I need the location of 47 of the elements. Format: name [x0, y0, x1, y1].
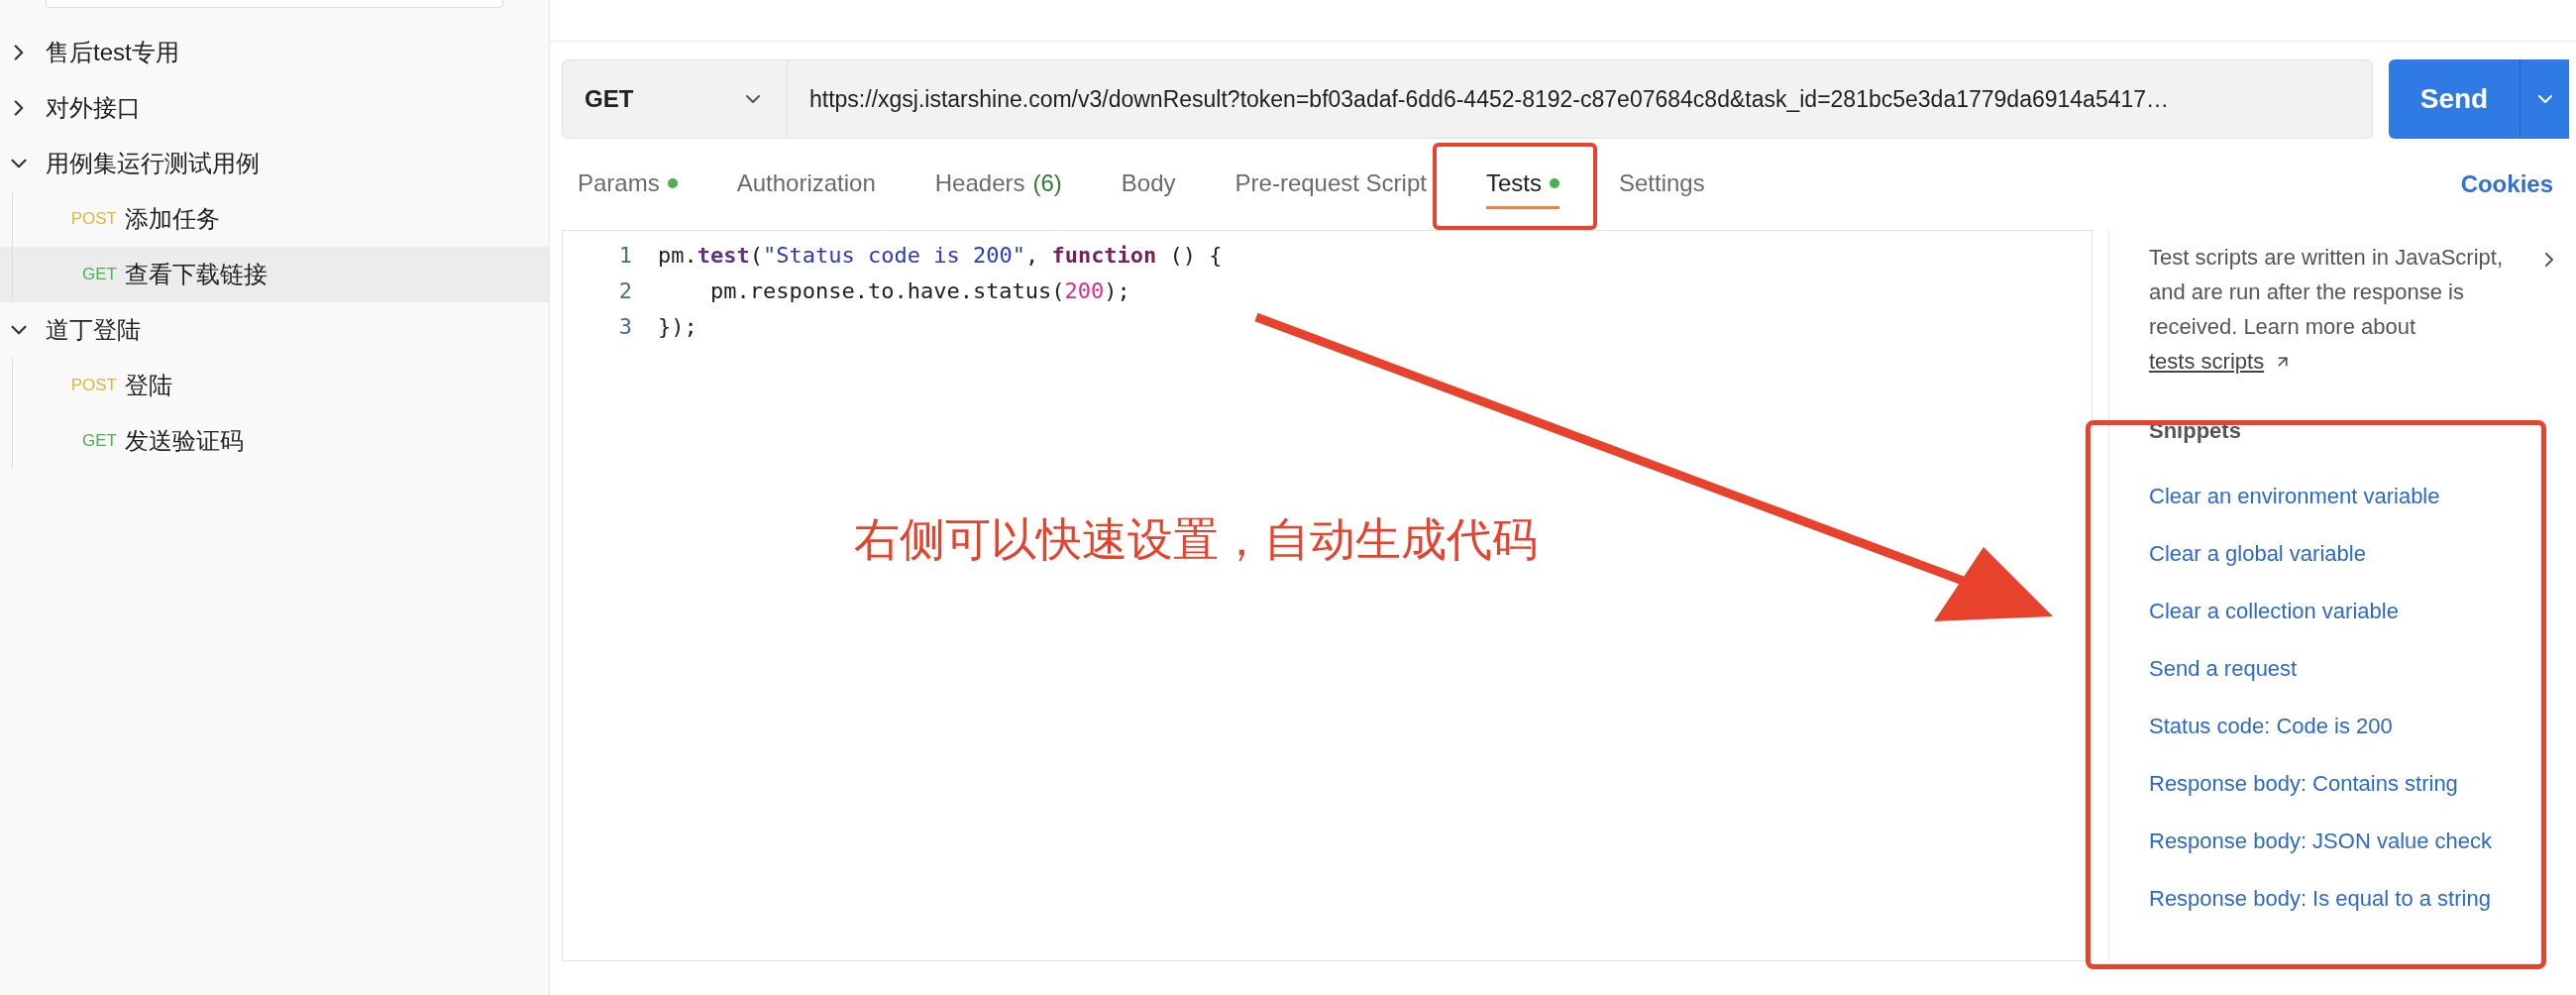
snippet-link[interactable]: Status code: Code is 200 — [2149, 711, 2561, 741]
method-label: POST — [69, 375, 117, 397]
code-line: pm.test("Status code is 200", function () { — [658, 241, 1223, 270]
request-name: 发送验证码 — [125, 426, 244, 456]
tab[interactable]: Settings — [1618, 160, 1705, 209]
send-button[interactable]: Send — [2389, 59, 2520, 139]
request-item[interactable]: POST 添加任务 — [0, 191, 549, 247]
request-item[interactable]: GET 发送验证码 — [0, 413, 549, 469]
tab[interactable]: Tests — [1485, 160, 1559, 209]
folder-name[interactable]: 售后test专用 — [46, 35, 179, 70]
snippet-link[interactable]: Send a request — [2149, 653, 2561, 684]
snippet-link[interactable]: Response body: Is equal to a string — [2149, 883, 2561, 914]
tab[interactable]: Authorization — [736, 160, 876, 209]
tab[interactable]: Params — [578, 160, 678, 209]
tab[interactable]: Pre-request Script — [1234, 160, 1427, 209]
tab[interactable]: Body — [1121, 160, 1176, 209]
code-line: pm.response.to.have.status(200); — [708, 276, 1130, 305]
method-label: GET — [81, 264, 117, 286]
tests-scripts-link[interactable]: tests scripts — [2149, 345, 2265, 378]
snippet-link[interactable]: Response body: JSON value check — [2149, 826, 2561, 856]
search-field[interactable] — [46, 0, 503, 8]
snippet-link[interactable]: Clear a global variable — [2149, 538, 2561, 569]
snippet-link[interactable]: Response body: Contains string — [2149, 768, 2561, 799]
cookies-link[interactable]: Cookies — [2460, 166, 2553, 202]
line-number: 1 — [617, 241, 632, 270]
annotation-text: 右侧可以快速设置，自动生成代码 — [854, 512, 1538, 567]
tab[interactable]: Headers (6) — [934, 160, 1062, 209]
request-item[interactable]: POST 登陆 — [0, 358, 549, 413]
help-text: Test scripts are written in JavaScript, and are run after the response is received. Learn more about — [2149, 244, 2504, 341]
request-name: 添加任务 — [125, 204, 220, 234]
line-number: 3 — [617, 312, 632, 341]
snippet-link[interactable]: Clear an environment variable — [2149, 481, 2561, 511]
request-item[interactable]: GET 查看下载链接 — [0, 247, 549, 302]
request-name: 登陆 — [125, 371, 172, 400]
snippets-title: Snippets — [2149, 417, 2242, 445]
header-count: (6) — [1032, 167, 1062, 198]
line-number: 2 — [617, 276, 632, 305]
request-name: 查看下载链接 — [125, 260, 268, 289]
code-line: }); — [658, 312, 698, 341]
method-select[interactable]: GET — [562, 59, 788, 139]
folder-name[interactable]: 道丁登陆 — [46, 312, 141, 348]
method-label: GET — [81, 430, 117, 453]
url-field[interactable]: https://xgsj.istarshine.com/v3/downResult?token=bf03adaf-6dd6-4452-8192-c87e07684c8d&task_id=281bc5e3da1779da6914a5417… — [788, 59, 2373, 139]
snippet-link[interactable]: Clear a collection variable — [2149, 596, 2561, 626]
folder-name[interactable]: 对外接口 — [46, 90, 141, 126]
folder-name[interactable]: 用例集运行测试用例 — [46, 146, 260, 181]
method-label: POST — [69, 208, 117, 231]
